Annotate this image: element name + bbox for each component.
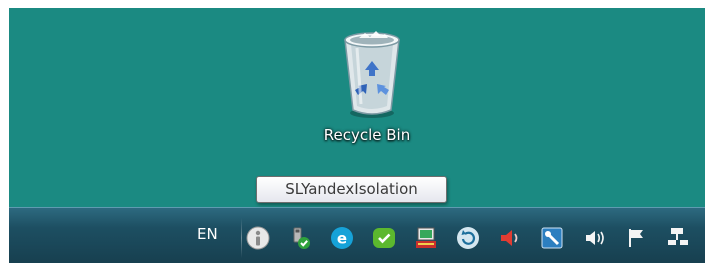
- recycle-bin-icon[interactable]: [335, 28, 409, 124]
- security-check-icon[interactable]: [371, 225, 397, 251]
- language-indicator[interactable]: EN: [197, 224, 218, 244]
- yandex-browser-icon[interactable]: e: [329, 225, 355, 251]
- taskbar: EN e: [9, 207, 705, 264]
- safely-remove-hardware-icon[interactable]: [287, 225, 313, 251]
- action-center-flag-icon[interactable]: [623, 225, 649, 251]
- speaker-muted-icon[interactable]: [497, 225, 523, 251]
- recycle-bin-label[interactable]: Recycle Bin: [301, 125, 433, 145]
- remote-access-icon[interactable]: [539, 225, 565, 251]
- screen-border: [0, 263, 705, 270]
- taskbar-separator: [241, 218, 242, 258]
- sl-yandex-isolation-icon[interactable]: [245, 225, 271, 251]
- network-icon[interactable]: [665, 225, 691, 251]
- sync-icon[interactable]: [455, 225, 481, 251]
- network-tool-icon[interactable]: [413, 225, 439, 251]
- volume-icon[interactable]: [581, 225, 607, 251]
- tray-tooltip: SLYandexIsolation: [256, 176, 447, 203]
- svg-text:e: e: [337, 230, 347, 248]
